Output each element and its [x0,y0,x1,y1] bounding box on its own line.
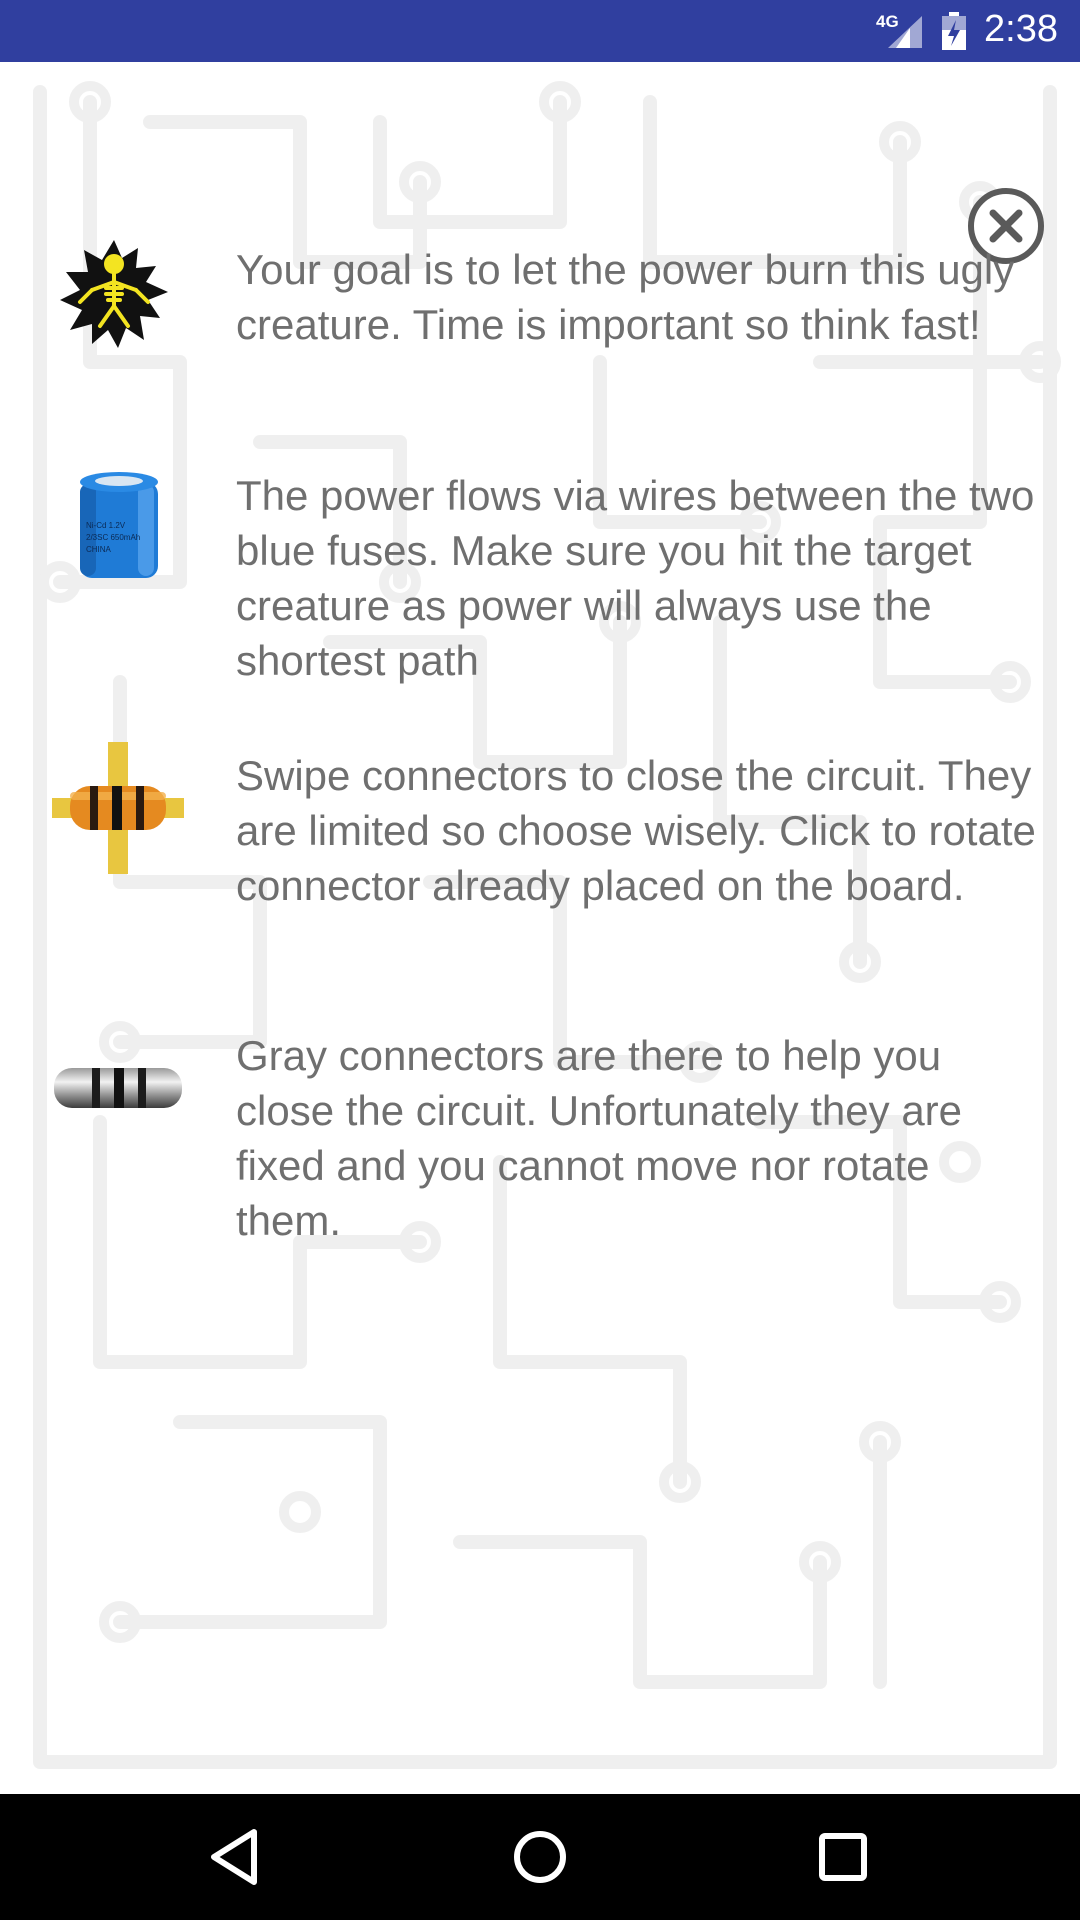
instruction-row-4-icon [52,1064,184,1112]
instruction-row-2-text: The power flows via wires between the tw… [236,472,1035,684]
battery-icon [942,12,966,50]
home-circle-icon [514,1831,566,1883]
instruction-row-3-text: Swipe connectors to close the circuit. T… [236,752,1036,909]
instruction-row-4-text: Gray connectors are there to help you cl… [236,1032,963,1244]
instruction-row-1-icon [56,236,172,352]
instruction-row-3-icon [52,742,184,874]
back-triangle-icon [211,1829,257,1885]
burning-creature-icon [60,240,168,348]
navigation-bar [0,1794,1080,1920]
signal-icon [888,16,922,48]
help-screen: Your goal is to let the power burn this … [0,62,1080,1794]
svg-text:2/3SC 650mAh: 2/3SC 650mAh [86,533,140,542]
instruction-row-2-icon: Ni-Cd 1.2V 2/3SC 650mAh CHINA [76,470,162,582]
battery-label: Ni-Cd 1.2V [86,521,126,530]
recents-button[interactable] [808,1824,878,1890]
clock: 2:38 [984,8,1058,50]
orange-resistor-connector-icon [52,742,184,874]
recents-square-icon [819,1833,867,1881]
instruction-row-1-text: Your goal is to let the power burn this … [236,246,1015,348]
blue-battery-fuse-icon: Ni-Cd 1.2V 2/3SC 650mAh CHINA [80,472,158,578]
gray-resistor-connector-icon [54,1068,182,1108]
home-button[interactable] [505,1824,575,1890]
back-button[interactable] [200,1824,270,1890]
status-bar: 4G 2:38 [0,0,1080,62]
svg-text:CHINA: CHINA [86,545,112,554]
